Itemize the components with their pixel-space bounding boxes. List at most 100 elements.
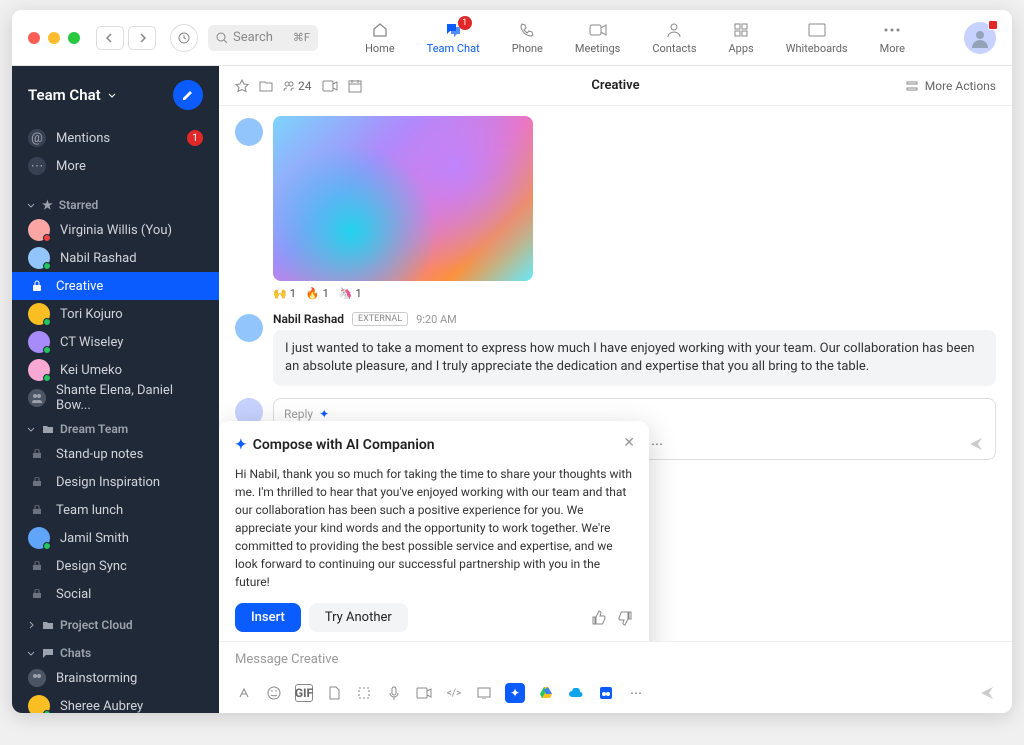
tab-label: Home bbox=[365, 42, 395, 55]
sidebar-item[interactable]: Social bbox=[12, 580, 219, 608]
tab-contacts[interactable]: Contacts bbox=[652, 20, 696, 55]
compose-toolbar: GIF </> ✦ ⋯ bbox=[219, 677, 1012, 713]
nav-forward[interactable] bbox=[128, 26, 156, 50]
lock-icon bbox=[28, 473, 46, 491]
nav-back[interactable] bbox=[96, 26, 124, 50]
emoji-icon[interactable] bbox=[265, 684, 283, 702]
messages-pane: 🙌 1 🔥 1 🦄 1 Nabil Rashad EXTERNAL 9:20 A… bbox=[219, 106, 1012, 641]
compose-button[interactable] bbox=[173, 80, 203, 110]
try-another-button[interactable]: Try Another bbox=[309, 603, 408, 632]
image-attachment[interactable] bbox=[273, 116, 533, 281]
folder-icon bbox=[42, 424, 54, 434]
code-icon[interactable]: </> bbox=[445, 684, 463, 702]
sidebar-item[interactable]: CT Wiseley bbox=[12, 328, 219, 356]
sidebar-item[interactable]: Sheree Aubrey bbox=[12, 692, 219, 713]
record-icon[interactable] bbox=[415, 684, 433, 702]
reaction[interactable]: 🔥 1 bbox=[306, 287, 329, 300]
send-icon[interactable] bbox=[978, 684, 996, 702]
minimize-window[interactable] bbox=[48, 32, 60, 44]
sidebar-item-label: Mentions bbox=[56, 131, 110, 146]
thumbs-up-icon[interactable] bbox=[591, 610, 607, 626]
section-starred[interactable]: ★ Starred bbox=[12, 188, 219, 216]
more-actions[interactable]: More Actions bbox=[925, 79, 996, 93]
section-project-cloud[interactable]: Project Cloud bbox=[12, 608, 219, 636]
sidebar-item-label: Kei Umeko bbox=[60, 363, 122, 378]
sidebar-item-label: Tori Kojuro bbox=[60, 307, 123, 322]
screen-icon[interactable] bbox=[475, 684, 493, 702]
close-icon[interactable]: ✕ bbox=[623, 435, 635, 451]
box-icon[interactable] bbox=[597, 684, 615, 702]
sidebar-item-label: Shante Elena, Daniel Bow... bbox=[56, 383, 203, 413]
section-label: Starred bbox=[59, 198, 99, 212]
tab-label: Contacts bbox=[652, 42, 696, 55]
sidebar-item-label: Nabil Rashad bbox=[60, 251, 137, 266]
folder-icon[interactable] bbox=[259, 80, 273, 92]
more-icon[interactable]: ⋯ bbox=[648, 435, 666, 453]
search-input[interactable]: Search ⌘F bbox=[208, 25, 318, 51]
more-icon[interactable]: ⋯ bbox=[627, 684, 645, 702]
sidebar-item-label: Creative bbox=[56, 279, 103, 294]
sidebar-item-label: Virginia Willis (You) bbox=[60, 223, 172, 238]
group-icon bbox=[28, 669, 46, 687]
sidebar-item[interactable]: Virginia Willis (You) bbox=[12, 216, 219, 244]
section-label: Dream Team bbox=[60, 422, 128, 436]
sidebar-item-creative[interactable]: Creative bbox=[12, 272, 219, 300]
tab-phone[interactable]: Phone bbox=[512, 20, 543, 55]
section-label: Chats bbox=[60, 646, 91, 660]
tab-whiteboards[interactable]: Whiteboards bbox=[786, 20, 848, 55]
compose-input[interactable]: Message Creative bbox=[219, 641, 1012, 677]
tab-meetings[interactable]: Meetings bbox=[575, 20, 620, 55]
settings-icon[interactable] bbox=[905, 79, 919, 93]
calendar-icon[interactable] bbox=[348, 79, 362, 93]
insert-button[interactable]: Insert bbox=[235, 603, 301, 632]
section-chats[interactable]: Chats bbox=[12, 636, 219, 664]
format-icon[interactable] bbox=[235, 684, 253, 702]
ai-companion-modal: ✦Compose with AI Companion ✕ Hi Nabil, t… bbox=[219, 421, 649, 641]
tab-team-chat[interactable]: 1 Team Chat bbox=[427, 20, 480, 55]
history-button[interactable] bbox=[170, 24, 198, 52]
lock-icon bbox=[28, 501, 46, 519]
sidebar-item[interactable]: Jamil Smith bbox=[12, 524, 219, 552]
sidebar-mentions[interactable]: @ Mentions 1 bbox=[12, 124, 219, 152]
ai-sparkle-icon[interactable]: ✦ bbox=[505, 683, 525, 703]
sidebar-item[interactable]: Tori Kojuro bbox=[12, 300, 219, 328]
close-window[interactable] bbox=[28, 32, 40, 44]
sidebar-item[interactable]: Brainstorming bbox=[12, 664, 219, 692]
sidebar-item[interactable]: Kei Umeko bbox=[12, 356, 219, 384]
tab-apps[interactable]: Apps bbox=[729, 20, 754, 55]
sidebar-item[interactable]: Design Sync bbox=[12, 552, 219, 580]
send-icon[interactable] bbox=[967, 435, 985, 453]
user-avatar[interactable] bbox=[964, 22, 996, 54]
section-dream-team[interactable]: Dream Team bbox=[12, 412, 219, 440]
sidebar-item[interactable]: Team lunch bbox=[12, 496, 219, 524]
more-icon bbox=[882, 20, 902, 40]
sidebar-header: Team Chat bbox=[12, 66, 219, 124]
sidebar-item-label: Design Inspiration bbox=[56, 475, 160, 490]
search-shortcut: ⌘F bbox=[293, 31, 310, 44]
reaction[interactable]: 🙌 1 bbox=[273, 287, 296, 300]
gdrive-icon[interactable] bbox=[537, 684, 555, 702]
tab-label: Meetings bbox=[575, 42, 620, 55]
gif-icon[interactable]: GIF bbox=[295, 684, 313, 702]
tab-more[interactable]: More bbox=[880, 20, 905, 55]
sidebar-item[interactable]: Stand-up notes bbox=[12, 440, 219, 468]
sidebar-item-label: Social bbox=[56, 587, 91, 602]
file-icon[interactable] bbox=[325, 684, 343, 702]
sidebar-item[interactable]: Shante Elena, Daniel Bow... bbox=[12, 384, 219, 412]
sidebar-item[interactable]: Design Inspiration bbox=[12, 468, 219, 496]
message-time: 9:20 AM bbox=[416, 313, 457, 326]
tab-label: Whiteboards bbox=[786, 42, 848, 55]
tab-home[interactable]: Home bbox=[365, 20, 395, 55]
screenshot-icon[interactable] bbox=[355, 684, 373, 702]
onedrive-icon[interactable] bbox=[567, 684, 585, 702]
reaction[interactable]: 🦄 1 bbox=[339, 287, 362, 300]
star-icon[interactable] bbox=[235, 79, 249, 93]
video-icon[interactable] bbox=[322, 80, 338, 92]
sidebar-item[interactable]: Nabil Rashad bbox=[12, 244, 219, 272]
tab-badge: 1 bbox=[458, 16, 472, 30]
thumbs-down-icon[interactable] bbox=[617, 610, 633, 626]
mic-icon[interactable] bbox=[385, 684, 403, 702]
sidebar-more[interactable]: ⋯ More bbox=[12, 152, 219, 180]
members-count[interactable]: 24 bbox=[283, 79, 312, 93]
maximize-window[interactable] bbox=[68, 32, 80, 44]
